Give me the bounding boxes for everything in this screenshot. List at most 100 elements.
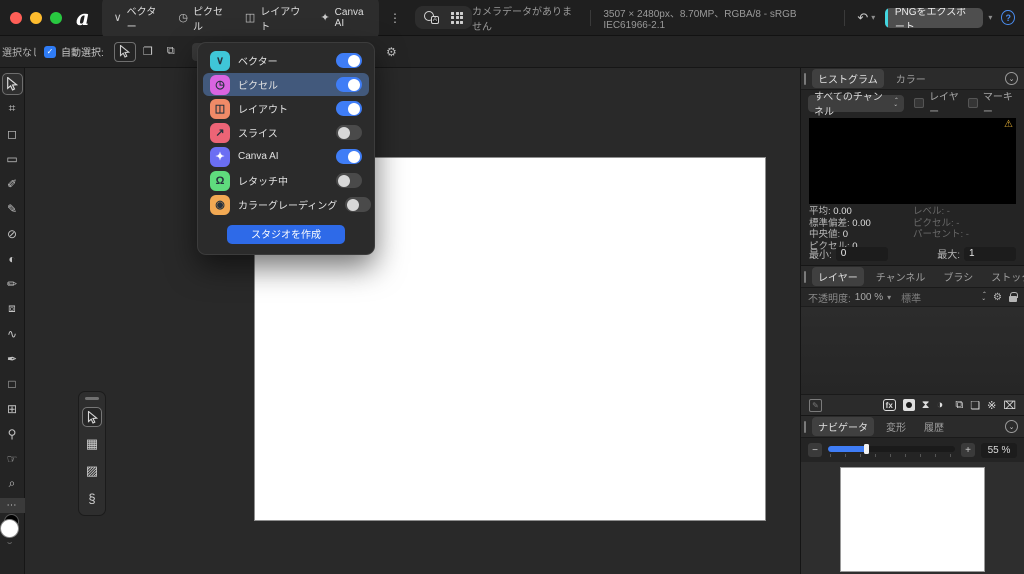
select-object-button[interactable]: ❐ — [137, 42, 159, 62]
color-grading-toggle[interactable] — [345, 197, 371, 212]
zoom-tool-button[interactable]: ⌕ — [2, 471, 23, 496]
pan-tool-button[interactable]: ☞ — [2, 446, 23, 471]
assistant-icon[interactable]: A — [424, 11, 439, 24]
undo-history-caret-icon[interactable]: ▾ — [871, 13, 875, 22]
adjustment-layer-button[interactable]: ⧗ — [922, 399, 930, 412]
navigator-page-thumbnail[interactable] — [841, 468, 984, 571]
color-picker-tool-button[interactable]: ⚲ — [2, 421, 23, 446]
opacity-caret-icon[interactable]: ▾ — [887, 293, 891, 302]
minimize-window-button[interactable] — [30, 12, 42, 24]
studio-menu-item-layout[interactable]: ◫ レイアウト — [203, 97, 369, 120]
panel-drag-handle[interactable] — [804, 271, 806, 283]
blend-mode-select[interactable]: 標準 — [901, 290, 921, 305]
canva-ai-toggle[interactable] — [336, 149, 362, 164]
tab-history[interactable]: 履歴 — [918, 417, 950, 436]
navigator-preview[interactable] — [801, 462, 1024, 574]
collapse-panel-button[interactable]: ⌄ — [1005, 72, 1018, 85]
auto-select-checkbox[interactable]: ✓ — [44, 46, 56, 58]
canvas-area[interactable]: ▦ ▨ § — [25, 68, 800, 574]
persona-overflow-button[interactable]: ⋮ — [385, 9, 405, 27]
selection-brush-tool-button[interactable]: ✐ — [2, 171, 23, 196]
group-layers-button[interactable]: ❏ — [970, 399, 980, 412]
tab-histogram[interactable]: ヒストグラム — [812, 69, 884, 88]
foreground-color-swatch[interactable] — [1, 520, 18, 537]
channel-select[interactable]: すべてのチャンネル ⌃⌄ — [808, 95, 904, 112]
burn-brush-tool-button[interactable]: ✏ — [2, 271, 23, 296]
persona-layout-button[interactable]: ◫ レイアウト — [235, 0, 311, 38]
erase-brush-tool-button[interactable]: ⊘ — [2, 221, 23, 246]
palette-drag-handle[interactable] — [85, 397, 99, 400]
liquify-tool-button[interactable]: § — [82, 488, 102, 508]
more-tools-button[interactable]: ⋯ — [0, 498, 25, 513]
move-tool-button[interactable] — [2, 73, 23, 95]
create-studio-button[interactable]: スタジオを作成 — [227, 225, 345, 244]
retouch-toggle[interactable] — [336, 173, 362, 188]
delete-layer-button[interactable]: ⌧ — [1003, 399, 1016, 412]
marquee-checkbox[interactable] — [968, 98, 978, 108]
tab-transform[interactable]: 変形 — [880, 417, 912, 436]
pixel-toggle[interactable] — [336, 77, 362, 92]
export-png-button[interactable]: PNGをエクスポート — [885, 8, 983, 28]
select-group-button[interactable]: ⧉ — [160, 42, 182, 62]
max-input[interactable]: 1 — [964, 247, 1016, 261]
studio-menu-item-pixel[interactable]: ◷ ピクセル — [203, 73, 369, 96]
edit-layer-icon[interactable]: ✎ — [809, 399, 822, 412]
tab-layers[interactable]: レイヤー — [812, 267, 864, 286]
selection-frame-tool-button[interactable]: ◻ — [2, 121, 23, 146]
blend-stepper-icon[interactable]: ⌃⌄ — [981, 293, 986, 302]
opacity-value[interactable]: 100 % — [855, 292, 883, 303]
studio-menu-item-vector[interactable]: ∨ ベクター — [203, 49, 369, 72]
node-tool-button[interactable] — [82, 407, 102, 427]
persona-vector-button[interactable]: ∨ ベクター — [104, 0, 169, 38]
tab-navigator[interactable]: ナビゲータ — [812, 417, 874, 436]
swap-colors-icon[interactable]: ⌣ — [7, 538, 12, 548]
duplicate-layer-button[interactable]: ⧉ — [955, 399, 963, 412]
export-options-caret-icon[interactable]: ▾ — [988, 13, 992, 22]
smudge-tool-button[interactable]: ∿ — [2, 321, 23, 346]
collapse-panel-button[interactable]: ⌄ — [1005, 420, 1018, 433]
studio-menu-item-retouch[interactable]: Ω レタッチ中 — [203, 169, 369, 192]
mask-layer-button[interactable] — [903, 399, 915, 411]
zoom-slider[interactable] — [828, 443, 955, 457]
close-window-button[interactable] — [10, 12, 22, 24]
crop-tool-button[interactable]: ⌗ — [2, 96, 23, 121]
layer-effects-button[interactable]: fx — [883, 399, 896, 411]
layer-settings-gear-icon[interactable]: ⚙ — [993, 292, 1002, 303]
mesh-warp-tool-button[interactable]: ⊞ — [2, 396, 23, 421]
zoom-window-button[interactable] — [50, 12, 62, 24]
layers-list[interactable] — [801, 307, 1024, 394]
shape-tool-button[interactable]: □ — [2, 371, 23, 396]
perspective-mesh-tool-button[interactable]: ▨ — [82, 461, 102, 481]
studio-menu-item-slice[interactable]: ↗ スライス — [203, 121, 369, 144]
persona-canva-ai-button[interactable]: ✦ Canva AI — [310, 2, 377, 34]
persona-pixel-button[interactable]: ◷ ピクセル — [168, 0, 234, 38]
studio-menu-item-color-grading[interactable]: ◉ カラーグレーディング — [203, 193, 369, 216]
studio-grid-icon[interactable] — [451, 12, 463, 24]
help-button[interactable]: ? — [1001, 10, 1015, 25]
tab-channels[interactable]: チャンネル — [870, 267, 932, 286]
lock-icon[interactable] — [1009, 296, 1017, 302]
vector-toggle[interactable] — [336, 53, 362, 68]
tab-color[interactable]: カラー — [890, 69, 932, 88]
panel-drag-handle[interactable] — [804, 73, 806, 85]
cursor-mode-button[interactable] — [114, 42, 136, 62]
tab-brushes[interactable]: ブラシ — [937, 267, 979, 286]
pattern-layer-button[interactable]: ※ — [987, 399, 996, 412]
zoom-slider-thumb[interactable] — [864, 444, 869, 454]
panel-drag-handle[interactable] — [804, 421, 806, 433]
zoom-percentage-value[interactable]: 55 % — [981, 443, 1017, 458]
dodge-brush-tool-button[interactable]: ◐ — [2, 246, 23, 271]
mesh-grid-tool-button[interactable]: ▦ — [82, 434, 102, 454]
layout-toggle[interactable] — [336, 101, 362, 116]
min-input[interactable]: 0 — [836, 247, 888, 261]
layer-checkbox[interactable] — [914, 98, 924, 108]
zoom-out-button[interactable]: − — [808, 443, 822, 457]
slice-toggle[interactable] — [336, 125, 362, 140]
clone-stamp-tool-button[interactable]: ⧈ — [2, 296, 23, 321]
live-filter-button[interactable]: ◑ — [937, 399, 944, 411]
gear-icon[interactable]: ⚙ — [386, 45, 397, 59]
undo-icon[interactable]: ↶ — [857, 10, 868, 26]
pen-tool-button[interactable]: ✒ — [2, 346, 23, 371]
zoom-in-button[interactable]: + — [961, 443, 975, 457]
studio-menu-item-canva-ai[interactable]: ✦ Canva AI — [203, 145, 369, 168]
